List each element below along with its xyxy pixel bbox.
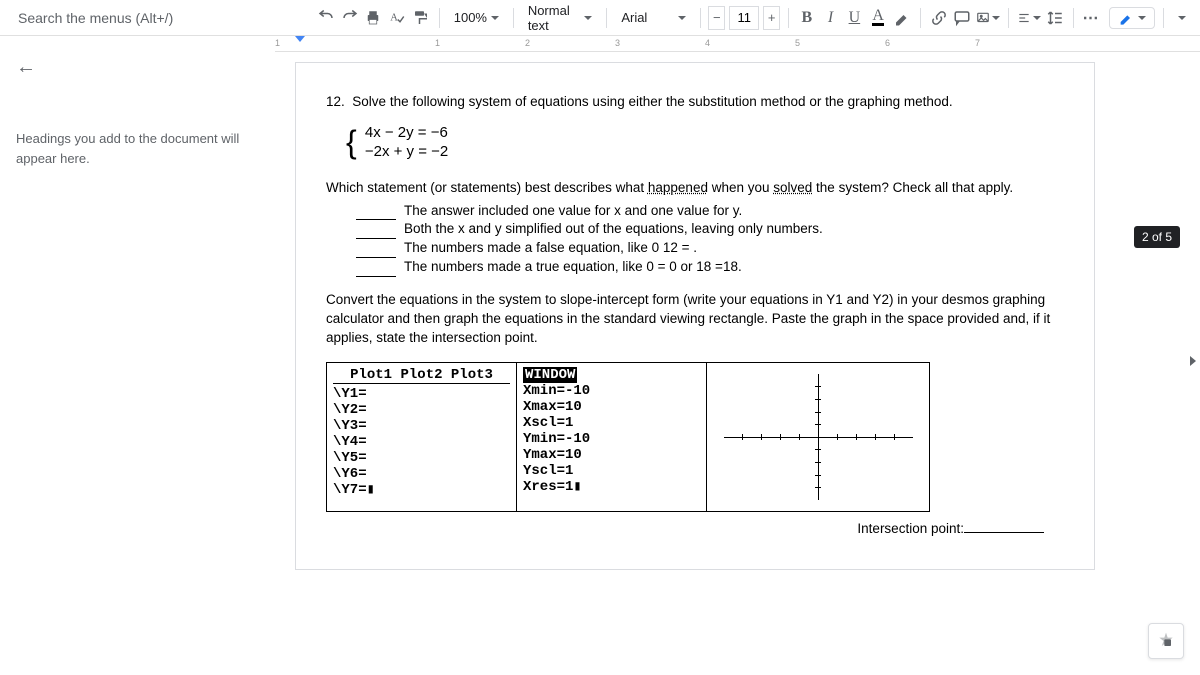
- expand-icon[interactable]: [1172, 6, 1192, 30]
- highlight-button[interactable]: [892, 6, 912, 30]
- equation-system: { 4x − 2y = −6 −2x + y = −2: [346, 120, 1064, 165]
- calculator-table: Plot1 Plot2 Plot3 \Y1= \Y2= \Y3= \Y4= \Y…: [326, 362, 930, 512]
- font-size-input[interactable]: 11: [729, 6, 759, 30]
- horizontal-ruler[interactable]: 1 1 2 3 4 5 6 7: [275, 36, 1200, 52]
- editing-mode-button[interactable]: [1109, 7, 1155, 29]
- back-arrow-icon[interactable]: ←: [16, 56, 259, 79]
- explore-button[interactable]: [1148, 623, 1184, 659]
- redo-icon[interactable]: [340, 6, 360, 30]
- question-title: 12. Solve the following system of equati…: [326, 93, 1064, 112]
- styles-dropdown[interactable]: Normal text: [522, 6, 599, 30]
- intersection-label: Intersection point:: [326, 520, 1044, 539]
- which-statement-text: Which statement (or statements) best des…: [326, 179, 1064, 198]
- text-color-button[interactable]: A: [868, 6, 888, 30]
- underline-button[interactable]: U: [844, 6, 864, 30]
- more-icon[interactable]: ⋯: [1082, 6, 1102, 30]
- align-icon[interactable]: [1017, 6, 1041, 30]
- print-icon[interactable]: [364, 6, 384, 30]
- comment-icon[interactable]: [952, 6, 972, 30]
- document-page[interactable]: 12. Solve the following system of equati…: [295, 62, 1095, 570]
- svg-text:A: A: [390, 12, 398, 23]
- insert-link-icon[interactable]: [929, 6, 949, 30]
- outline-sidebar: ← Headings you add to the document will …: [0, 36, 275, 675]
- convert-instructions: Convert the equations in the system to s…: [326, 291, 1064, 348]
- line-spacing-icon[interactable]: [1045, 6, 1065, 30]
- insert-image-icon[interactable]: [976, 6, 1000, 30]
- document-area: 1 1 2 3 4 5 6 7 12. Solve the following …: [275, 36, 1200, 675]
- spellcheck-icon[interactable]: A: [387, 6, 407, 30]
- toolbar: Search the menus (Alt+/) A 100% Normal t…: [0, 0, 1200, 36]
- italic-button[interactable]: I: [821, 6, 841, 30]
- outline-placeholder: Headings you add to the document will ap…: [16, 129, 259, 168]
- undo-icon[interactable]: [316, 6, 336, 30]
- check-list: The answer included one value for x and …: [356, 202, 1064, 278]
- calculator-graph: [713, 367, 923, 507]
- side-panel-toggle[interactable]: [1190, 356, 1196, 366]
- paint-format-icon[interactable]: [411, 6, 431, 30]
- bold-button[interactable]: B: [797, 6, 817, 30]
- font-dropdown[interactable]: Arial: [615, 6, 691, 30]
- font-size-increase[interactable]: +: [763, 6, 780, 30]
- page-count-badge: 2 of 5: [1134, 226, 1180, 248]
- menu-search[interactable]: Search the menus (Alt+/): [8, 5, 268, 31]
- font-size-decrease[interactable]: −: [708, 6, 725, 30]
- zoom-dropdown[interactable]: 100%: [448, 6, 505, 30]
